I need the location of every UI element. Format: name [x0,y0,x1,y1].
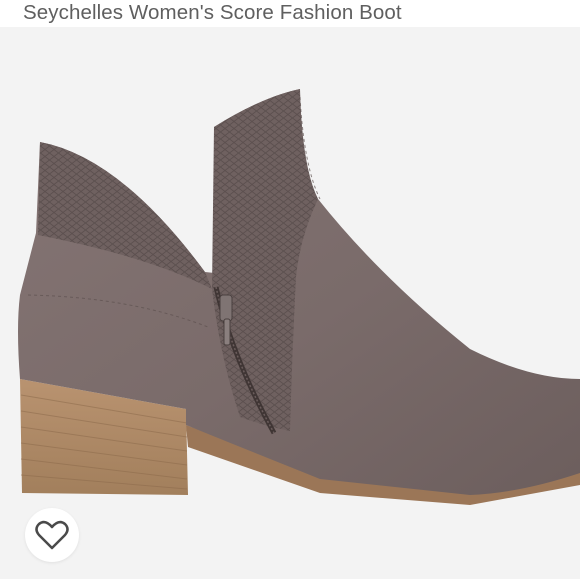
boot-photo [18,89,580,505]
listing-header: Seychelles Women's Score Fashion Boot [0,0,580,27]
listing-title: Seychelles Women's Score Fashion Boot [23,1,402,24]
heart-outline-icon [35,520,69,550]
listing-page: Seychelles Women's Score Fashion Boot [0,0,580,579]
product-image[interactable] [0,27,580,579]
like-button[interactable] [25,508,79,562]
